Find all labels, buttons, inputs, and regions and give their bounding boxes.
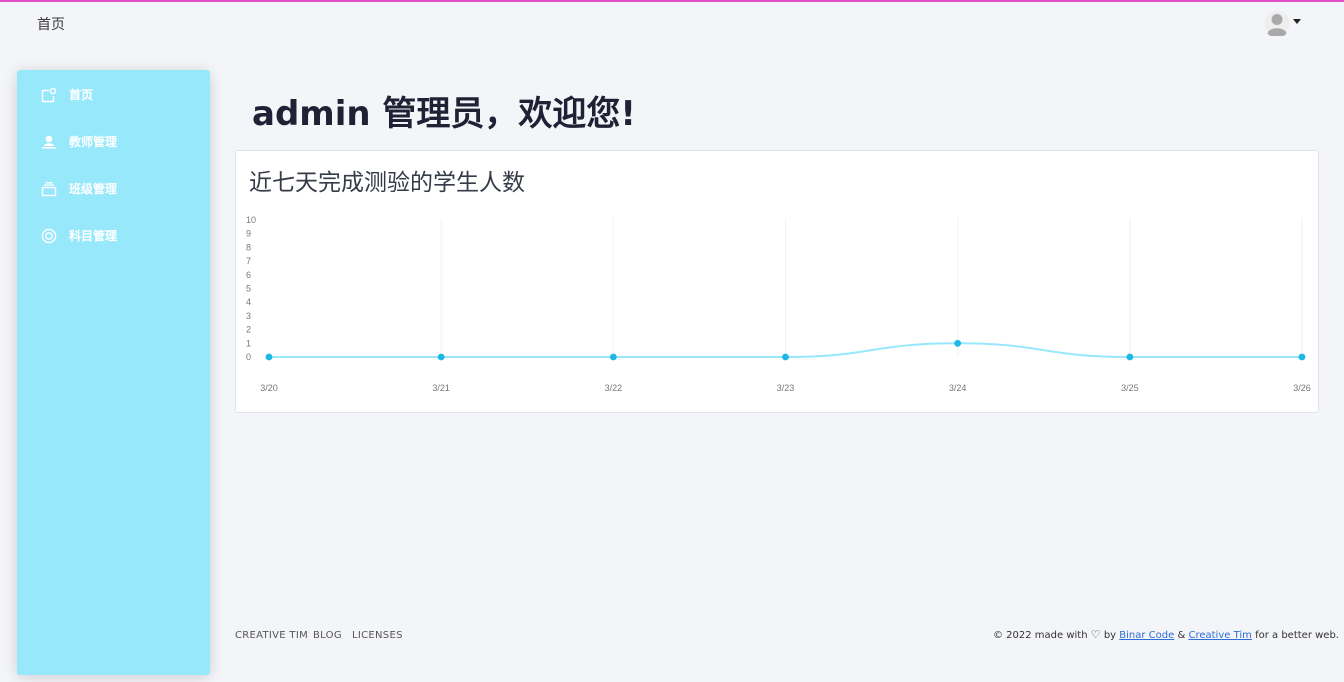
data-point <box>1298 353 1306 361</box>
sidebar-item-label: 科目管理 <box>69 229 118 243</box>
data-point <box>609 353 617 361</box>
sidebar-item-subjects[interactable]: 科目管理 <box>17 215 210 255</box>
user-menu-toggle[interactable] <box>1264 10 1304 38</box>
y-tick-label: 0 <box>246 352 251 362</box>
welcome-heading: admin 管理员，欢迎您! <box>252 94 636 134</box>
footer-link-blog[interactable]: BLOG <box>313 630 342 641</box>
x-tick-label: 3/23 <box>777 383 795 393</box>
y-tick-label: 2 <box>246 325 251 335</box>
top-navbar: 首页 <box>0 2 1344 48</box>
y-tick-label: 4 <box>246 297 251 307</box>
sidebar-item-label: 首页 <box>69 88 94 102</box>
y-tick-label: 1 <box>246 338 251 348</box>
x-tick-label: 3/21 <box>432 383 450 393</box>
class-icon <box>41 182 57 197</box>
x-tick-label: 3/24 <box>949 383 967 393</box>
copyright-amp: & <box>1177 630 1186 641</box>
data-point <box>1126 353 1134 361</box>
sidebar-item-teachers[interactable]: 教师管理 <box>17 121 210 161</box>
sidebar-item-label: 教师管理 <box>69 135 118 149</box>
y-tick-label: 8 <box>246 242 251 252</box>
y-tick-label: 10 <box>246 215 256 225</box>
line-chart: 0 1 2 3 4 5 6 7 8 9 10 3/20 3/21 3/22 3/23 3/24 3/25 3/26 <box>246 215 1311 393</box>
home-icon <box>41 87 57 103</box>
subject-icon <box>41 228 57 244</box>
sidebar-item-home[interactable]: 首页 <box>17 74 210 114</box>
copyright-text: © 2022 made with ♡ by Binar Code & Creat… <box>993 628 1339 641</box>
chart-card: 近七天完成测验的学生人数 0 1 2 3 4 5 6 7 8 9 10 3/20 3/21 3/22 3/2… <box>235 150 1319 413</box>
y-tick-label: 7 <box>246 256 251 266</box>
heart-icon: ♡ <box>1090 628 1101 641</box>
x-tick-label: 3/25 <box>1121 383 1139 393</box>
page-title: 首页 <box>37 17 65 33</box>
footer-link-licenses[interactable]: LICENSES <box>352 630 403 641</box>
data-point <box>782 353 789 361</box>
y-tick-label: 9 <box>246 229 251 239</box>
creative-tim-link[interactable]: Creative Tim <box>1188 630 1251 641</box>
sidebar-item-classes[interactable]: 班级管理 <box>17 168 210 208</box>
sidebar: 首页 教师管理 班级管理 科目管理 <box>17 70 210 675</box>
x-tick-label: 3/22 <box>605 383 623 393</box>
footer-link-creative-tim[interactable]: CREATIVE TIM <box>235 630 308 641</box>
copyright-by: by <box>1103 630 1117 641</box>
data-point <box>265 353 273 361</box>
chevron-down-icon <box>1293 19 1301 24</box>
sidebar-item-label: 班级管理 <box>69 182 118 196</box>
teacher-icon <box>42 135 56 149</box>
y-tick-label: 6 <box>246 270 251 280</box>
binar-code-link[interactable]: Binar Code <box>1119 630 1174 641</box>
y-tick-label: 5 <box>246 284 251 294</box>
x-tick-label: 3/20 <box>260 383 278 393</box>
copyright-suffix: for a better web. <box>1255 630 1339 641</box>
copyright-prefix: © 2022 made with <box>993 630 1088 641</box>
data-point <box>954 339 962 347</box>
y-tick-label: 3 <box>246 311 251 321</box>
data-point <box>437 353 445 361</box>
user-avatar-icon <box>1264 10 1290 36</box>
x-tick-label: 3/26 <box>1293 383 1311 393</box>
